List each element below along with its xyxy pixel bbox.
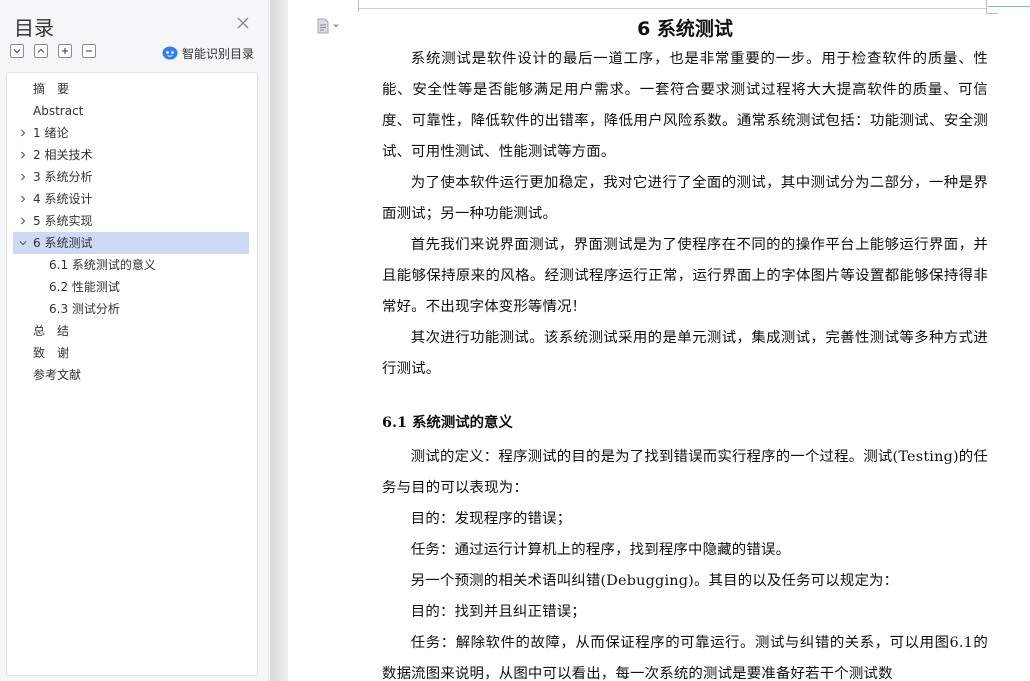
toc-item-label: 6.2 性能测试 — [49, 280, 120, 294]
plus-icon — [62, 48, 68, 54]
chevron-right-icon[interactable] — [17, 166, 29, 188]
close-sidebar-button[interactable] — [235, 16, 251, 32]
ai-assistant-icon — [162, 46, 178, 60]
body-paragraph: 测试的定义：程序测试的目的是为了找到错误而实行程序的一个过程。测试(Testin… — [382, 449, 988, 496]
page-menu-button[interactable] — [316, 18, 342, 34]
chevron-right-icon[interactable] — [17, 144, 29, 166]
caret-down-icon — [333, 24, 339, 28]
document-gutter — [270, 0, 288, 681]
body-paragraph: 任务：通过运行计算机上的程序，找到程序中隐藏的错误。 — [410, 542, 791, 558]
toc-item-label: 4 系统设计 — [33, 192, 93, 206]
toc-item-label: 1 绪论 — [33, 126, 69, 140]
page-corner-mark-left — [358, 0, 359, 12]
minus-icon — [86, 50, 92, 52]
toc-item-label: 6.1 系统测试的意义 — [49, 258, 156, 272]
toc-item-label: 5 系统实现 — [33, 214, 93, 228]
smart-recognize-toc-button[interactable]: 智能识别目录 — [162, 44, 254, 62]
body-paragraph: 其次进行功能测试。该系统测试采用的是单元测试，集成测试，完善性测试等多种方式进行… — [382, 330, 988, 377]
toc-item[interactable]: 致 谢 — [13, 342, 249, 364]
sidebar-header: 目录 智能识别目录 — [0, 0, 269, 70]
toc-item-label: 6.3 测试分析 — [49, 302, 120, 316]
chevron-down-icon — [13, 49, 21, 54]
document-area: 6 系统测试 系统测试是软件设计的最后一道工序，也是非常重要的一步。用于检查软件… — [270, 0, 1030, 681]
chevron-up-icon — [37, 48, 45, 53]
body-paragraph: 系统测试是软件设计的最后一道工序，也是非常重要的一步。用于检查软件的质量、性能、… — [382, 51, 988, 160]
smart-recognize-label: 智能识别目录 — [182, 46, 255, 61]
body-paragraph: 目的：发现程序的错误； — [410, 511, 572, 527]
chapter-intro-paragraphs: 系统测试是软件设计的最后一道工序，也是非常重要的一步。用于检查软件的质量、性能、… — [382, 44, 988, 385]
toc-list: 摘 要 Abstract 1 绪论 2 相关技术 3 系统分析 4 系统设计 5 系统实现 6… — [7, 73, 257, 386]
body-paragraph: 任务：解除软件的故障，从而保证程序的可靠运行。测试与纠错的关系，可以用图6.1的… — [382, 635, 988, 681]
toc-item-label: Abstract — [33, 104, 84, 118]
toc-item-label: 摘 要 — [33, 82, 70, 96]
body-paragraph: 为了使本软件运行更加稳定，我对它进行了全面的测试，其中测试分为二部分，一种是界面… — [382, 175, 988, 222]
body-paragraph: 目的：找到并且纠正错误； — [410, 604, 586, 620]
toc-item[interactable]: 2 相关技术 — [13, 144, 249, 166]
toc-item[interactable]: 6.1 系统测试的意义 — [13, 254, 249, 276]
toc-item-label: 2 相关技术 — [33, 148, 93, 162]
toc-item[interactable]: 5 系统实现 — [13, 210, 249, 232]
toc-item-label: 致 谢 — [33, 346, 70, 360]
toc-item[interactable]: 4 系统设计 — [13, 188, 249, 210]
toc-item-label: 参考文献 — [33, 368, 82, 382]
toc-sidebar: 目录 智能识别目录 摘 要 Abstract 1 绪论 2 相关技术 3 系统分… — [0, 0, 269, 681]
body-paragraph: 首先我们来说界面测试，界面测试是为了使程序在不同的的操作平台上能够运行界面，并且… — [382, 237, 988, 315]
toc-item[interactable]: 6 系统测试 — [13, 232, 249, 254]
document-page[interactable]: 6 系统测试 系统测试是软件设计的最后一道工序，也是非常重要的一步。用于检查软件… — [382, 14, 988, 681]
toc-item[interactable]: 参考文献 — [13, 364, 249, 386]
chapter-title: 6 系统测试 — [637, 18, 733, 40]
toc-panel: 摘 要 Abstract 1 绪论 2 相关技术 3 系统分析 4 系统设计 5 系统实现 6… — [6, 72, 258, 676]
toc-toolbar — [10, 44, 96, 62]
toc-item-label: 6 系统测试 — [33, 236, 93, 250]
toc-item[interactable]: 总 结 — [13, 320, 249, 342]
remove-heading-button[interactable] — [82, 44, 96, 58]
toc-item[interactable]: 1 绪论 — [13, 122, 249, 144]
chevron-right-icon[interactable] — [17, 122, 29, 144]
toc-item[interactable]: 6.3 测试分析 — [13, 298, 249, 320]
page-right-edge — [988, 6, 1030, 18]
page-top-margin-line — [358, 8, 986, 9]
toc-item[interactable]: 6.2 性能测试 — [13, 276, 249, 298]
toc-item[interactable]: Abstract — [13, 100, 249, 122]
toc-item-label: 总 结 — [33, 324, 70, 338]
chevron-down-icon[interactable] — [17, 232, 29, 254]
section-paragraphs: 测试的定义：程序测试的目的是为了找到错误而实行程序的一个过程。测试(Testin… — [382, 442, 988, 681]
toc-item[interactable]: 摘 要 — [13, 78, 249, 100]
expand-all-button[interactable] — [10, 44, 24, 58]
document-icon — [317, 18, 329, 34]
sidebar-title: 目录 — [14, 16, 54, 40]
add-heading-button[interactable] — [58, 44, 72, 58]
section-heading: 6.1 系统测试的意义 — [382, 414, 513, 431]
collapse-all-button[interactable] — [34, 44, 48, 58]
close-icon — [237, 17, 249, 29]
body-paragraph: 另一个预测的相关术语叫纠错(Debugging)。其目的以及任务可以规定为： — [410, 573, 899, 589]
toc-item[interactable]: 3 系统分析 — [13, 166, 249, 188]
chevron-right-icon[interactable] — [17, 210, 29, 232]
chevron-right-icon[interactable] — [17, 188, 29, 210]
toc-item-label: 3 系统分析 — [33, 170, 93, 184]
